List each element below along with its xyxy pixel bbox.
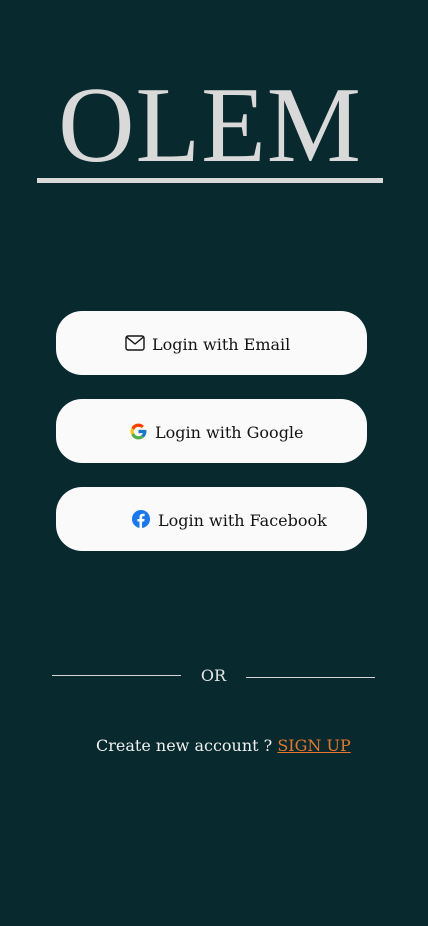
- signup-link[interactable]: SIGN UP: [277, 736, 350, 755]
- signup-prompt-row: Create new account ? SIGN UP: [96, 736, 351, 755]
- signup-prompt-text: Create new account ?: [96, 736, 278, 755]
- facebook-icon: [131, 509, 151, 529]
- login-with-facebook-button[interactable]: Login with Facebook: [56, 487, 367, 551]
- logo-text: OLEM: [58, 66, 362, 185]
- google-icon: [128, 421, 148, 441]
- or-divider-label: OR: [200, 666, 227, 685]
- app-logo: OLEM: [37, 70, 383, 184]
- login-with-google-label: Login with Google: [155, 423, 304, 442]
- mail-icon: [125, 333, 145, 353]
- login-with-email-button[interactable]: Login with Email: [56, 311, 367, 375]
- login-with-facebook-label: Login with Facebook: [158, 511, 327, 530]
- divider-line-right: [246, 677, 375, 678]
- logo-underline: [37, 178, 383, 183]
- login-with-email-label: Login with Email: [152, 335, 291, 354]
- login-with-google-button[interactable]: Login with Google: [56, 399, 367, 463]
- divider-line-left: [52, 675, 181, 676]
